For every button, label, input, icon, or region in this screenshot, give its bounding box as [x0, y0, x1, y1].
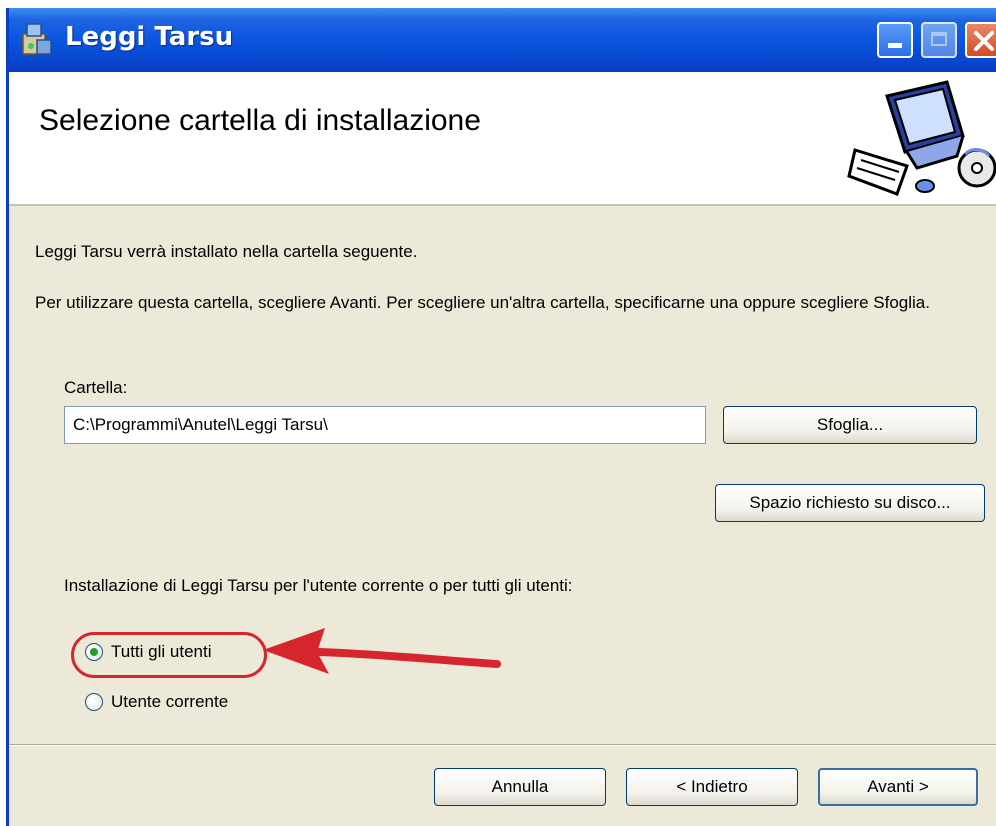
- maximize-button[interactable]: [921, 22, 957, 58]
- computer-setup-icon: [847, 80, 996, 196]
- disk-space-button[interactable]: Spazio richiesto su disco...: [715, 484, 985, 522]
- radio-current-user[interactable]: Utente corrente: [85, 692, 228, 712]
- maximize-icon: [931, 32, 947, 46]
- minimize-button[interactable]: [877, 22, 913, 58]
- close-icon: [974, 31, 994, 51]
- browse-button[interactable]: Sfoglia...: [723, 406, 977, 444]
- page-title: Selezione cartella di installazione: [39, 104, 481, 137]
- title-bar[interactable]: Leggi Tarsu: [9, 8, 996, 72]
- annotation-arrow-icon: [263, 628, 501, 674]
- radio-unchecked-icon[interactable]: [85, 693, 103, 711]
- header-banner: Selezione cartella di installazione: [9, 72, 996, 206]
- folder-label: Cartella:: [64, 378, 128, 397]
- annotation-highlight-oval: [71, 632, 267, 678]
- footer-divider: [9, 744, 996, 746]
- install-scope-label: Installazione di Leggi Tarsu per l'utent…: [64, 576, 573, 595]
- back-button[interactable]: < Indietro: [626, 768, 798, 806]
- installer-window: Leggi Tarsu Selezione cartella di instal…: [6, 8, 996, 826]
- window-title: Leggi Tarsu: [65, 22, 234, 52]
- minimize-icon: [888, 43, 902, 48]
- intro-text: Leggi Tarsu verrà installato nella carte…: [35, 242, 418, 261]
- radio-current-user-label: Utente corrente: [111, 692, 229, 711]
- instructions-text: Per utilizzare questa cartella, sceglier…: [35, 293, 930, 312]
- cancel-button[interactable]: Annulla: [434, 768, 606, 806]
- close-button[interactable]: [965, 22, 996, 58]
- folder-path-input[interactable]: [64, 406, 706, 444]
- next-button[interactable]: Avanti >: [818, 768, 978, 806]
- installer-icon: [22, 23, 52, 55]
